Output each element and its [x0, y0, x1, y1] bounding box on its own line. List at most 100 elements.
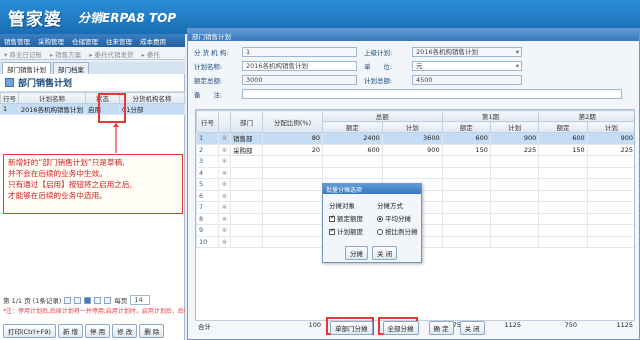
ok-button[interactable]: 确 定	[428, 321, 454, 335]
value-cell	[441, 201, 491, 214]
total-p2-plan: 1125	[616, 321, 633, 329]
method-group: 分摊方式 平均分摊 按比例分摊	[377, 200, 418, 236]
value-cell	[489, 201, 540, 214]
pager-info: 第 1/1 页 (1条记录)	[3, 297, 62, 305]
checkbox-icon[interactable]	[329, 227, 335, 235]
tab-dept-sales-plan[interactable]: 部门销售计划	[2, 62, 51, 74]
radio-icon[interactable]	[377, 229, 383, 235]
plan-name-label: 计划名称:	[194, 63, 223, 71]
row-number: 2	[196, 143, 219, 156]
row-number: 6	[196, 189, 219, 202]
row-marker-icon: ※	[218, 143, 231, 156]
table-row[interactable]: 1 ※ 销售部 80 2400 3600 600 900 600 900	[196, 132, 634, 145]
value-cell	[586, 224, 634, 237]
row-number: 7	[196, 201, 219, 214]
value-cell: 225	[586, 143, 634, 156]
print-button[interactable]: 打印(Ctrl+F9)	[3, 324, 56, 338]
nav-cost[interactable]: 成本费用	[136, 34, 170, 47]
value-cell: 600	[441, 132, 491, 145]
value-cell: 20	[262, 143, 323, 156]
note-line: 才能够在后续的业务中选用。	[8, 191, 107, 200]
popup-buttons: 分摊 关 闭	[345, 246, 398, 260]
plan-total-label: 计划总额:	[364, 77, 393, 85]
allocate-all-button[interactable]: 全部分摊	[382, 321, 419, 335]
table-row[interactable]: 3 ※	[196, 155, 634, 168]
value-cell	[538, 235, 588, 248]
nav-accounts[interactable]: 往来管理	[102, 34, 136, 47]
nav-purchase[interactable]: 采购管理	[34, 34, 68, 47]
popup-title: 批量分摊选项	[323, 184, 421, 194]
dept-cell: 采购部	[230, 143, 263, 156]
allocate-button[interactable]: 分摊	[345, 246, 368, 260]
popup-close-button[interactable]: 关 闭	[372, 246, 398, 260]
value-cell	[441, 166, 491, 179]
edit-button[interactable]: 修 改	[112, 324, 138, 338]
target-option[interactable]: 计划额度	[329, 226, 363, 236]
table-row[interactable]: 4 ※	[196, 166, 634, 179]
first-page-icon[interactable]	[64, 296, 72, 304]
method-label: 分摊方式	[377, 202, 403, 210]
highlight-box	[98, 93, 126, 123]
dept-cell	[230, 166, 263, 179]
table-row[interactable]: 2 ※ 采购部 20 600 900 150 225 150 225	[196, 143, 634, 156]
method-option[interactable]: 按比例分摊	[377, 226, 418, 236]
target-option[interactable]: 额定额度	[329, 213, 363, 223]
current-page-icon[interactable]	[84, 296, 92, 304]
remark-field[interactable]	[242, 89, 622, 99]
tab-dept-archive[interactable]: 部门档案	[53, 62, 89, 74]
value-cell	[262, 178, 323, 191]
nav-sales[interactable]: 销售管理	[0, 34, 34, 47]
top-nav: 销售管理 采购管理 仓储管理 往来管理 成本费用	[0, 34, 185, 47]
row-number: 10	[196, 235, 219, 248]
form-row: 额定总额: 3000	[194, 75, 357, 85]
last-page-icon[interactable]	[104, 296, 112, 304]
value-cell: 80	[262, 132, 323, 145]
value-cell	[489, 178, 540, 191]
col-header: 总额	[322, 110, 443, 122]
dept-cell: 销售部	[230, 132, 263, 145]
total-ratio: 100	[308, 321, 321, 329]
plan-list-table: 行号 计划名称 状态 分货机构名称 1 2016各机构销售计划 启用 01分部	[0, 92, 185, 115]
delete-button[interactable]: 删 除	[139, 324, 165, 338]
value-cell: 225	[489, 143, 540, 156]
new-button[interactable]: 新 增	[57, 324, 84, 338]
dept-cell	[230, 235, 263, 248]
value-cell	[538, 224, 588, 237]
table-row[interactable]: 1 2016各机构销售计划 启用 01分部	[0, 103, 185, 115]
value-cell: 150	[538, 143, 588, 156]
value-cell	[489, 235, 540, 248]
value-cell: 600	[322, 143, 383, 156]
value-cell: 900	[586, 132, 634, 145]
plan-name-field[interactable]: 2016各机构销售计划	[242, 61, 357, 71]
radio-icon[interactable]	[377, 216, 383, 222]
pager: 第 1/1 页 (1条记录) 每页 14	[0, 294, 185, 306]
value-cell	[586, 201, 634, 214]
unit-select[interactable]: 元	[412, 61, 522, 71]
cell: 2016各机构销售计划	[17, 103, 87, 115]
value-cell: 600	[538, 132, 588, 145]
disable-button[interactable]: 停 用	[85, 324, 111, 338]
note-line: 并不会在后续的业务中生效。	[8, 169, 107, 178]
nav-warehouse[interactable]: 仓储管理	[68, 34, 102, 47]
toolbar-item[interactable]: ▸ 委托代销发货	[85, 47, 137, 59]
next-page-icon[interactable]	[94, 296, 102, 304]
parent-plan-select[interactable]: 2016各机构销售计划	[412, 47, 522, 57]
branch-field[interactable]: 1	[242, 47, 357, 57]
sub-header: 计划	[586, 121, 634, 133]
toolbar-item[interactable]: ▸ 委托	[138, 47, 164, 59]
dialog-title: 部门销售计划	[188, 29, 639, 41]
toolbar-item[interactable]: ▾ 商业日记账	[0, 47, 46, 59]
row-number: 1	[196, 132, 219, 145]
method-option[interactable]: 平均分摊	[377, 213, 418, 223]
page-size-input[interactable]: 14	[130, 295, 151, 305]
option-label: 额定额度	[337, 215, 363, 223]
prev-page-icon[interactable]	[74, 296, 82, 304]
value-cell	[586, 189, 634, 202]
close-button[interactable]: 关 闭	[459, 321, 485, 335]
plan-icon	[5, 78, 14, 87]
single-dept-allocate-button[interactable]: 单部门分摊	[330, 321, 373, 335]
value-cell	[262, 189, 323, 202]
checkbox-icon[interactable]	[329, 214, 335, 222]
toolbar-item[interactable]: ▸ 销售方案	[46, 47, 85, 59]
value-cell	[262, 212, 323, 225]
